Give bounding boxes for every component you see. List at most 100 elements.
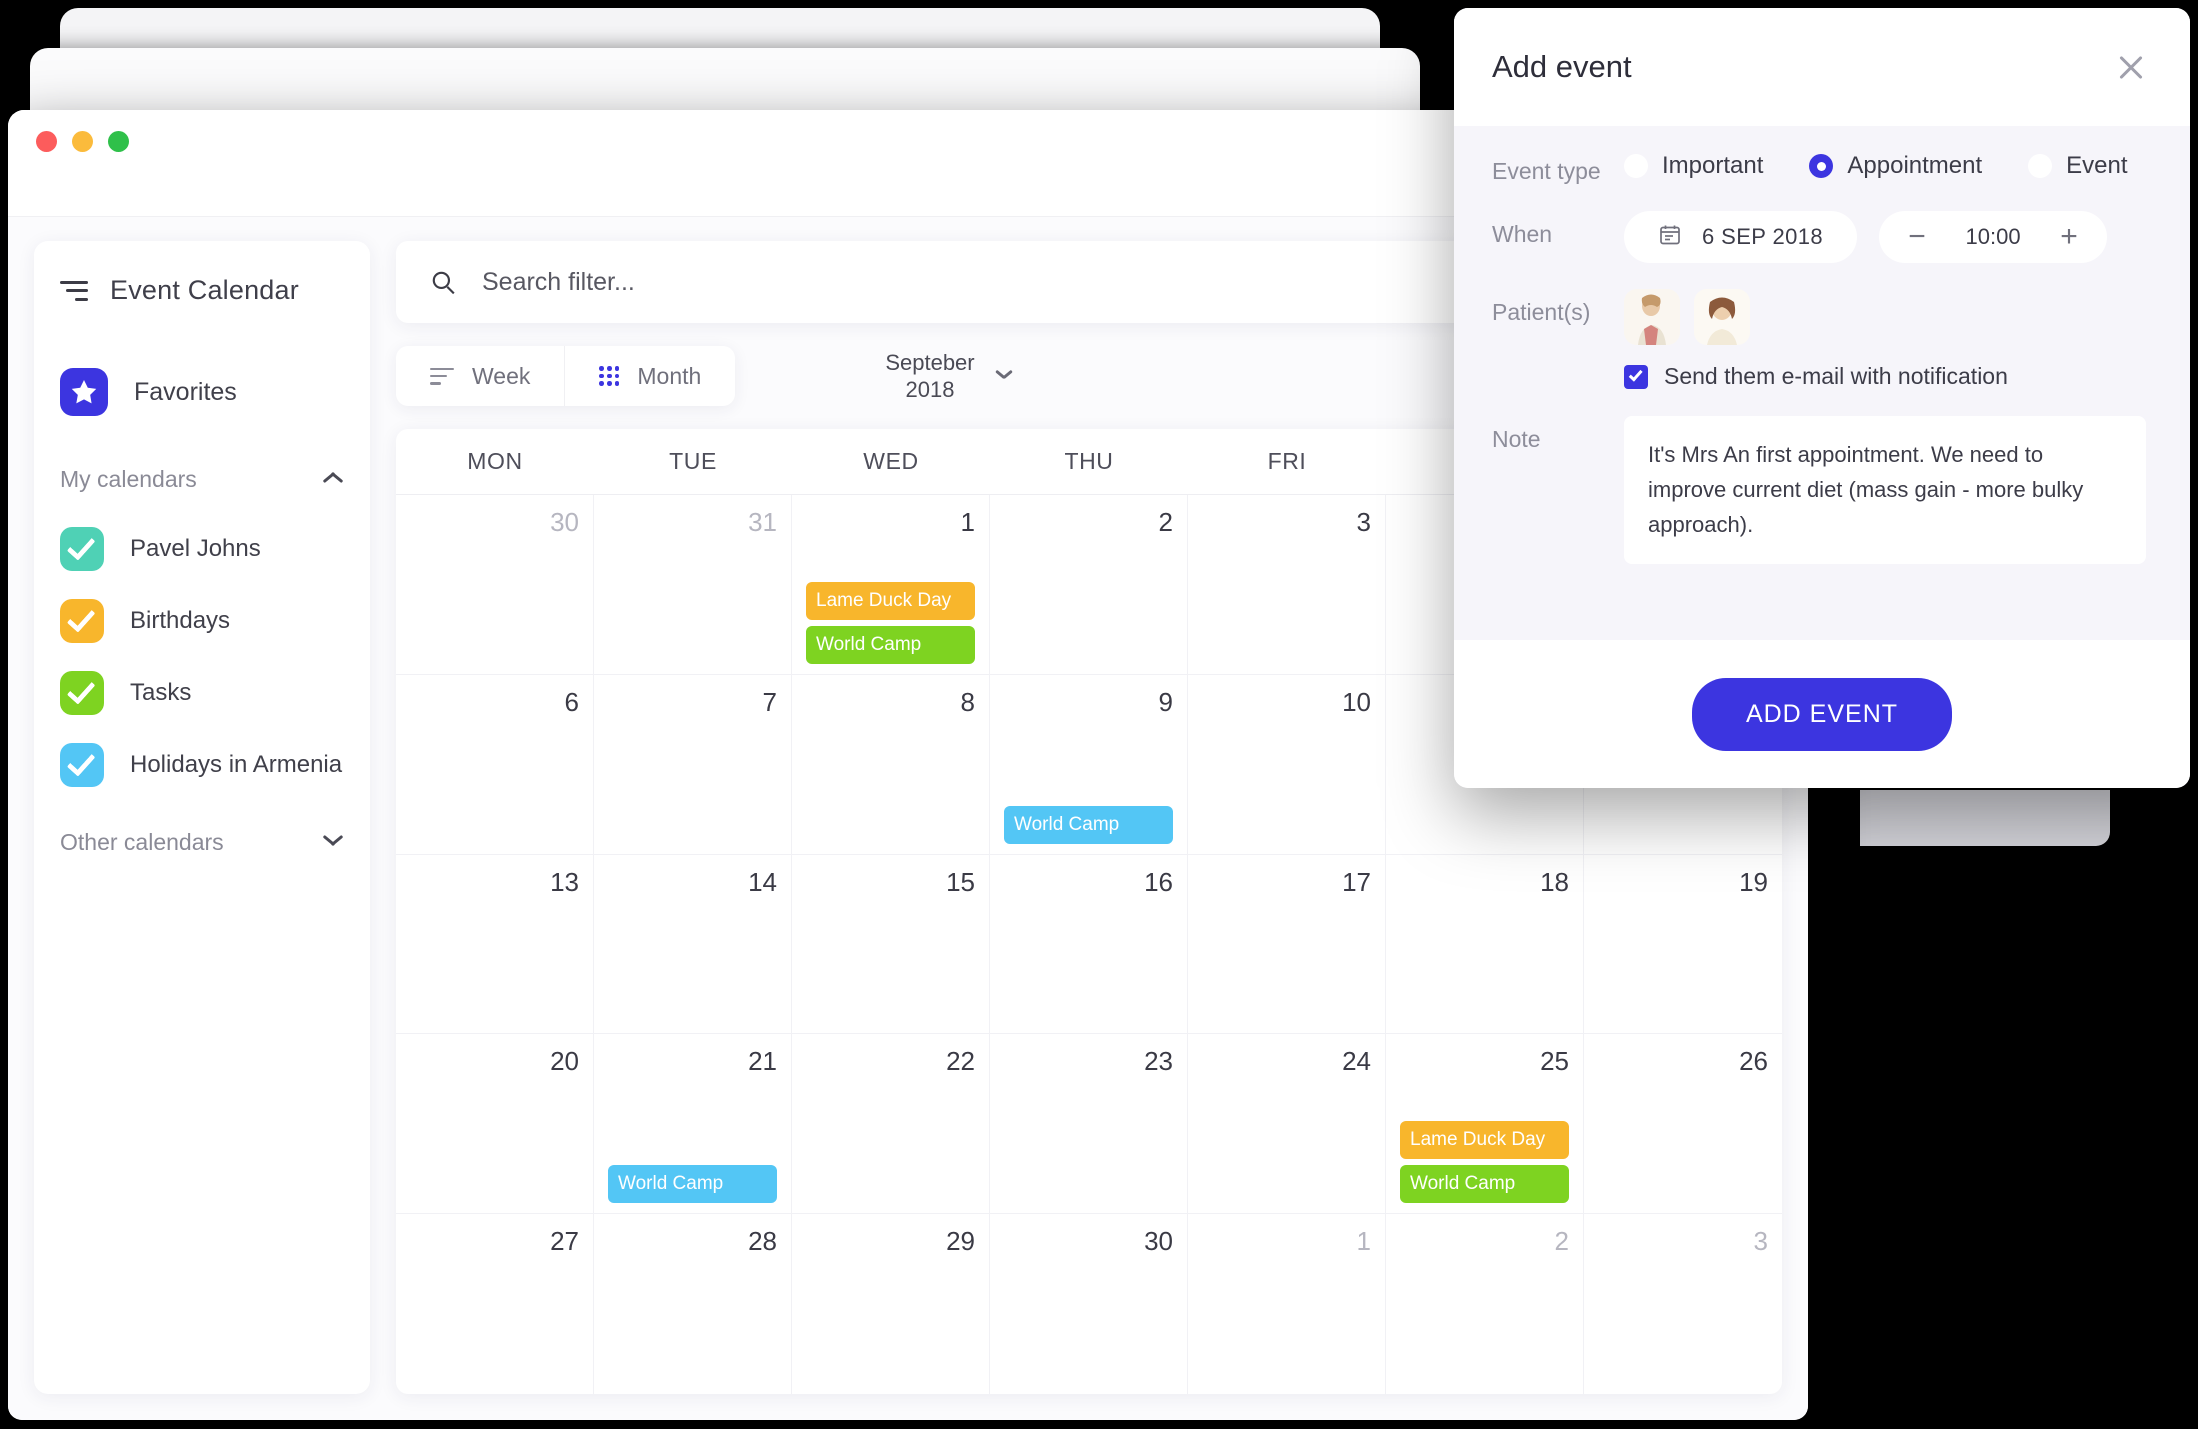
patients-label: Patient(s) [1492,299,1591,325]
day-header: WED [863,448,919,474]
day-number: 9 [1158,686,1173,717]
event-chip[interactable]: Lame Duck Day [1400,1121,1569,1160]
calendar-day-cell[interactable]: 7 [594,674,792,855]
checkbox-birthdays[interactable] [60,599,104,643]
sidebar-item-birthdays[interactable]: Birthdays [60,599,344,643]
traffic-lights [36,130,129,152]
grid-dots-icon [599,366,620,386]
event-chip[interactable]: World Camp [608,1165,777,1204]
radio-event[interactable]: Event [2028,152,2128,180]
tab-month-label: Month [637,362,702,389]
tab-week[interactable]: Week [396,346,564,406]
day-number: 26 [1739,1046,1768,1077]
other-calendars-label: Other calendars [60,829,224,855]
sidebar-item-favorites[interactable]: Favorites [60,368,344,416]
calendar-day-cell[interactable]: 3 [1584,1214,1782,1394]
checkbox-tasks[interactable] [60,671,104,715]
time-decrement-button[interactable]: − [1905,222,1929,252]
calendar-day-cell[interactable]: 3 [1188,495,1386,675]
calendar-day-cell[interactable]: 10 [1188,674,1386,855]
calendar-day-cell[interactable]: 31 [594,495,792,675]
notify-checkbox-row[interactable]: Send them e-mail with notification [1624,363,2146,390]
day-number: 25 [1540,1046,1569,1077]
calendar-day-cell[interactable]: 17 [1188,854,1386,1035]
sidebar-item-holidays-in-armenia[interactable]: Holidays in Armenia [60,743,344,787]
event-chip[interactable]: World Camp [1004,805,1173,844]
event-chip[interactable]: World Camp [1400,1165,1569,1204]
day-number: 14 [748,866,777,897]
calendar-day-cell[interactable]: 16 [990,854,1188,1035]
page-title: Event Calendar [110,275,299,305]
sidebar-item-label: Tasks [130,679,192,706]
calendar-day-cell[interactable]: 22 [792,1034,990,1215]
day-header: MON [467,448,523,474]
calendar-day-cell[interactable]: 6 [396,674,594,855]
calendar-day-cell[interactable]: 8 [792,674,990,855]
avatar[interactable] [1694,289,1750,345]
day-events: Lame Duck Day World Camp [1400,1121,1569,1204]
radio-important[interactable]: Important [1624,152,1763,180]
calendar-day-cell[interactable]: 25 Lame Duck Day World Camp [1386,1034,1584,1215]
calendar-day-cell[interactable]: 19 [1584,855,1782,1035]
calendar-day-cell[interactable]: 1 Lame Duck Day World Camp [792,495,990,675]
day-number: 3 [1753,1226,1768,1257]
month-selector[interactable]: Septeber 2018 [885,349,1012,404]
sidebar-item-pavel-johns[interactable]: Pavel Johns [60,527,344,571]
chevron-up-icon[interactable] [322,473,344,486]
month-selector-label: Septeber 2018 [885,349,974,404]
calendar-day-cell[interactable]: 2 [1386,1214,1584,1394]
calendar-day-cell[interactable]: 27 [396,1214,594,1394]
tab-month[interactable]: Month [564,346,735,406]
sidebar-item-label: Favorites [134,377,237,406]
note-textarea[interactable]: It's Mrs An first appointment. We need t… [1624,416,2146,565]
day-number: 30 [1144,1226,1173,1257]
avatar[interactable] [1624,289,1680,345]
my-calendars-group-header[interactable]: My calendars [60,466,344,493]
close-window-button[interactable] [36,130,57,152]
radio-dot-icon [2028,154,2053,178]
time-increment-button[interactable]: + [2057,222,2081,252]
calendar-day-cell[interactable]: 21 World Camp [594,1034,792,1215]
calendar-day-cell[interactable]: 30 [396,495,594,675]
calendar-day-cell[interactable]: 9 World Camp [990,674,1188,855]
event-chip[interactable]: Lame Duck Day [806,581,975,620]
close-icon[interactable] [2116,52,2146,82]
calendar-day-cell[interactable]: 2 [990,495,1188,675]
checkbox-holidays-in-armenia[interactable] [60,743,104,787]
calendar-day-cell[interactable]: 29 [792,1214,990,1394]
sidebar-item-tasks[interactable]: Tasks [60,671,344,715]
other-calendars-group-header[interactable]: Other calendars [60,829,344,856]
when-label: When [1492,221,1553,247]
chevron-down-icon[interactable] [995,371,1013,382]
day-number: 21 [748,1046,777,1077]
hamburger-icon[interactable] [60,280,88,301]
radio-appointment[interactable]: Appointment [1809,152,1982,180]
date-picker[interactable]: 6 SEP 2018 [1624,211,1858,263]
modal-title: Add event [1492,49,1632,84]
checkbox-send-email[interactable] [1624,364,1648,389]
event-type-row: Event type Important Appointment Event [1492,148,2146,185]
calendar-day-cell[interactable]: 30 [990,1214,1188,1394]
add-event-button[interactable]: ADD EVENT [1691,677,1953,751]
calendar-day-cell[interactable]: 13 [396,854,594,1035]
calendar-day-cell[interactable]: 20 [396,1034,594,1215]
time-value[interactable]: 10:00 [1959,224,2027,250]
calendar-icon [1658,223,1682,252]
calendar-day-cell[interactable]: 14 [594,854,792,1035]
day-number: 31 [748,507,777,537]
calendar-day-cell[interactable]: 1 [1188,1214,1386,1394]
calendar-day-cell[interactable]: 18 [1386,854,1584,1035]
calendar-day-cell[interactable]: 26 [1584,1034,1782,1215]
zoom-window-button[interactable] [108,130,129,152]
calendar-day-cell[interactable]: 28 [594,1214,792,1394]
calendar-day-cell[interactable]: 24 [1188,1034,1386,1215]
chevron-down-icon[interactable] [322,836,344,849]
event-chip[interactable]: World Camp [806,625,975,664]
checkbox-pavel-johns[interactable] [60,527,104,571]
minimize-window-button[interactable] [72,130,93,152]
list-lines-icon [430,367,454,385]
calendar-day-cell[interactable]: 23 [990,1034,1188,1215]
day-events: Lame Duck Day World Camp [806,581,975,664]
search-input[interactable]: Search filter... [482,268,635,297]
calendar-day-cell[interactable]: 15 [792,854,990,1035]
